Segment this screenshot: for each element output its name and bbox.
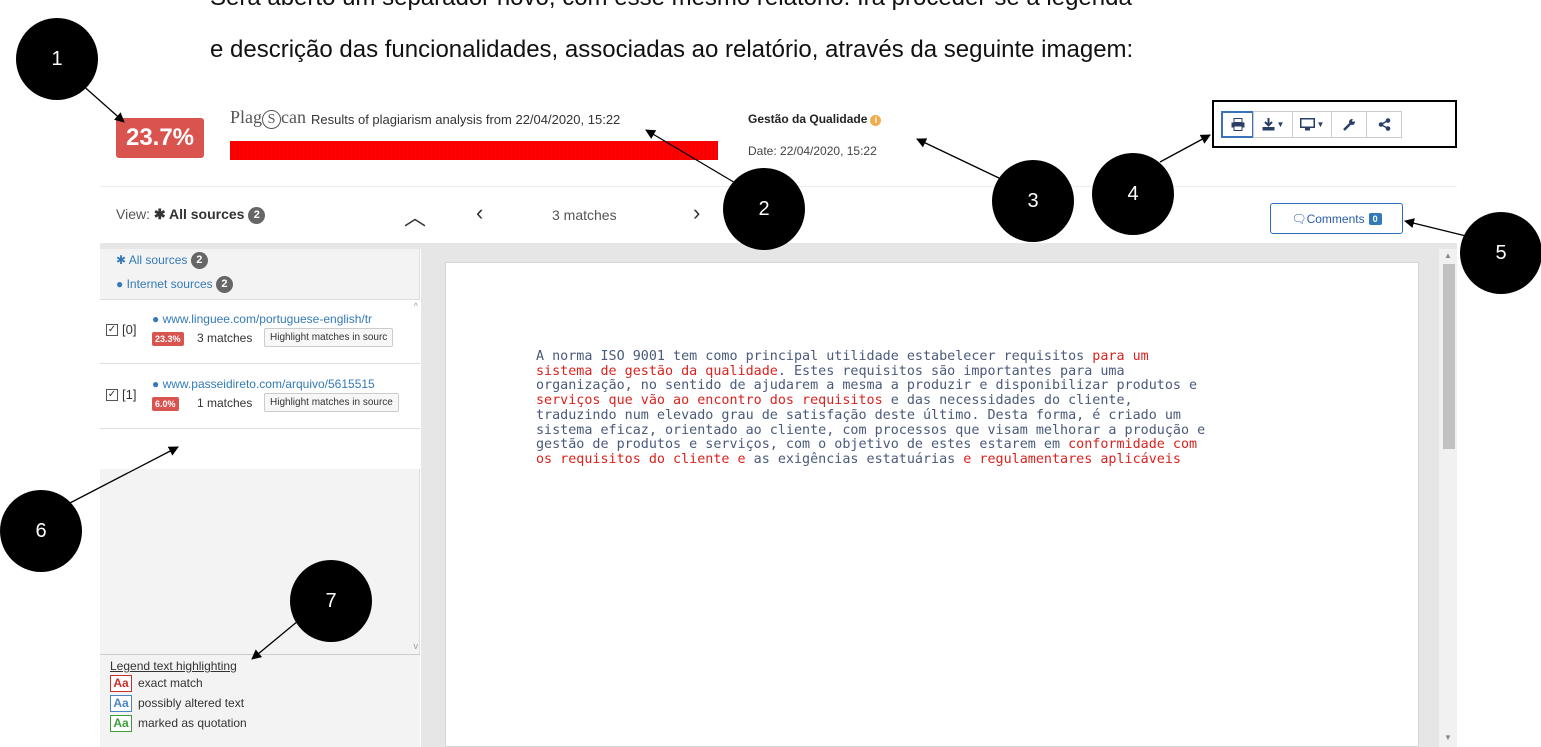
document-text-line: os requisitos do cliente e as exigências… — [536, 451, 1336, 468]
unmatched-text: . Estes requisitos são importantes para … — [777, 363, 1125, 379]
unmatched-text: A norma ISO 9001 tem como principal util… — [536, 349, 1093, 364]
callout-3: 3 — [992, 160, 1074, 242]
results-title: Results of plagiarism analysis from 22/0… — [311, 112, 621, 127]
highlight-matches-button[interactable]: Highlight matches in source — [264, 393, 399, 412]
plagscan-logo: Plag Scan — [230, 107, 306, 129]
document-paragraph-line-1: Será aberto um separador novo, com esse … — [210, 0, 1132, 12]
document-text-line: organização, no sentido de ajudarem a me… — [536, 379, 1336, 394]
arrow-3 — [916, 138, 1002, 180]
arrow-1 — [79, 82, 125, 123]
callout-6: 6 — [0, 490, 82, 572]
share-button[interactable] — [1366, 110, 1402, 138]
comment-icon: 🗨 — [1291, 211, 1307, 226]
sidebar-scroll-down-icon[interactable]: v — [414, 641, 419, 651]
source-index: [0] — [122, 322, 137, 337]
document-text-line: gestão de produtos e serviços, com o obj… — [536, 437, 1336, 453]
filter-all-sources[interactable]: ✱ All sources 2 — [116, 252, 208, 269]
document-date: Date: 22/04/2020, 15:22 — [748, 144, 877, 158]
wrench-icon — [1342, 118, 1355, 131]
source-url-link[interactable]: ● www.passeidireto.com/arquivo/5615515 — [152, 377, 375, 391]
legend-item-exact-match: Aa exact match — [110, 673, 420, 693]
globe-icon: ● — [116, 277, 124, 291]
source-match-count: 1 matches — [197, 396, 253, 410]
source-percentage-badge: 23.3% — [152, 332, 184, 346]
highlighting-legend: Legend text highlighting Aa exact match A… — [100, 654, 420, 747]
unmatched-text: traduzindo num elevado grau de satisfaçã… — [536, 407, 1181, 423]
collapse-chevron-up-icon[interactable]: ︿ — [404, 200, 426, 232]
callout-1: 1 — [16, 18, 98, 100]
print-icon — [1231, 117, 1244, 131]
source-match-count: 3 matches — [197, 331, 253, 345]
arrow-4 — [1159, 134, 1211, 163]
unmatched-text: organização, no sentido de ajudarem a me… — [536, 378, 1198, 394]
match-count: 3 matches — [552, 207, 617, 223]
legend-item-altered-text: Aa possibly altered text — [110, 693, 420, 713]
unmatched-text: sistema eficaz, orientado ao cliente, co… — [536, 422, 1206, 438]
legend-item-quotation: Aa marked as quotation — [110, 713, 420, 733]
plagiarism-level-bar — [230, 141, 718, 160]
previous-match-chevron-icon[interactable]: ‹ — [476, 200, 483, 226]
comments-count-badge: 0 — [1368, 212, 1382, 225]
plagiarism-score-badge: 23.7% — [116, 118, 204, 158]
matched-text[interactable]: para um — [1092, 349, 1148, 364]
matched-text[interactable]: os requisitos do cliente e — [536, 452, 746, 467]
matched-text[interactable]: serviços que vão ao encontro dos requisi… — [536, 393, 883, 408]
document-name: Gestão da Qualidade i — [748, 112, 882, 126]
source-checkbox[interactable]: ✓ — [106, 389, 118, 401]
download-icon — [1262, 117, 1275, 130]
source-index: [1] — [122, 387, 137, 402]
display-button[interactable]: ▼ — [1292, 110, 1332, 138]
comments-button[interactable]: 🗨 Comments 0 — [1270, 203, 1403, 234]
sidebar-scroll-up-icon[interactable]: ^ — [414, 301, 418, 311]
source-percentage-badge: 6.0% — [152, 397, 179, 411]
unmatched-text: as exigências estatuárias — [745, 451, 964, 467]
source-item: ✓ [0] ● www.linguee.com/portuguese-engli… — [100, 300, 420, 364]
scrollbar-thumb[interactable] — [1443, 264, 1455, 449]
share-icon — [1378, 117, 1390, 131]
analyzed-document-text: A norma ISO 9001 tem como principal util… — [536, 349, 1336, 468]
document-text-line: sistema de gestão da qualidade. Estes re… — [536, 363, 1336, 380]
callout-2: 2 — [723, 168, 805, 250]
source-item: ✓ [1] ● www.passeidireto.com/arquivo/561… — [100, 365, 420, 429]
download-button[interactable]: ▼ — [1253, 110, 1293, 138]
filter-internet-sources[interactable]: ● Internet sources 2 — [116, 276, 233, 293]
unmatched-text: gestão de produtos e serviços, com o obj… — [536, 437, 1069, 453]
document-text-line: traduzindo num elevado grau de satisfaçã… — [536, 407, 1336, 424]
source-checkbox[interactable]: ✓ — [106, 324, 118, 336]
matched-text[interactable]: e regulamentares aplicáveis — [963, 452, 1181, 467]
callout-4: 4 — [1092, 153, 1174, 235]
document-scrollbar[interactable]: ▲ ▼ — [1439, 249, 1457, 747]
legend-title: Legend text highlighting — [110, 659, 237, 673]
print-button[interactable] — [1221, 110, 1254, 138]
display-icon — [1299, 117, 1315, 130]
source-list: ✓ [0] ● www.linguee.com/portuguese-engli… — [100, 299, 420, 469]
matched-text[interactable]: sistema de gestão da qualidade — [536, 364, 778, 379]
arrow-5 — [1404, 218, 1467, 237]
sources-sidebar: ✱ All sources 2 ● Internet sources 2 ✓ [… — [100, 249, 420, 747]
document-text-line: sistema eficaz, orientado ao cliente, co… — [536, 422, 1336, 439]
callout-5: 5 — [1460, 212, 1541, 294]
document-paragraph-line-2: e descrição das funcionalidades, associa… — [210, 36, 1134, 63]
highlight-matches-button[interactable]: Highlight matches in sourc — [264, 328, 394, 347]
info-icon[interactable]: i — [870, 115, 882, 126]
matched-text[interactable]: conformidade com — [1068, 437, 1197, 452]
callout-7: 7 — [290, 560, 372, 642]
scroll-down-icon[interactable]: ▼ — [1444, 733, 1452, 742]
settings-button[interactable] — [1331, 110, 1367, 138]
next-match-chevron-icon[interactable]: › — [693, 200, 700, 226]
report-toolbar: ▼ ▼ — [1212, 100, 1457, 148]
unmatched-text: e das necessidades do cliente, — [882, 393, 1133, 409]
view-selector[interactable]: View: ✱ All sources 2 — [116, 206, 266, 224]
source-count-badge: 2 — [248, 207, 266, 224]
scroll-up-icon[interactable]: ▲ — [1444, 251, 1452, 260]
document-text-line: serviços que vão ao encontro dos requisi… — [536, 393, 1336, 409]
document-page — [445, 262, 1419, 747]
document-text-line: A norma ISO 9001 tem como principal util… — [536, 349, 1336, 365]
source-url-link[interactable]: ● www.linguee.com/portuguese-english/tr — [152, 312, 372, 326]
